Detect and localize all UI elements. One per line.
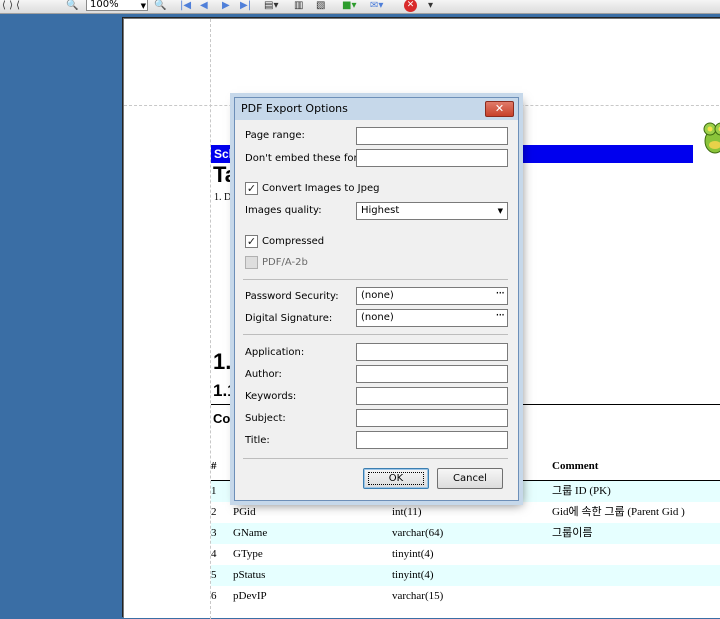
chevron-down-icon: ▼	[141, 1, 146, 12]
nav-glyphs[interactable]: ⟨ ⟩ ⟨	[2, 0, 20, 13]
row-comment: 그룹 ID (PK)	[552, 481, 611, 502]
digital-signature-field[interactable]: (none) ···	[356, 309, 508, 327]
separator	[243, 334, 508, 335]
row-comment: 그룹이름	[552, 523, 592, 544]
row-num: 4	[211, 544, 217, 565]
separator	[243, 279, 508, 280]
page-range-label: Page range:	[245, 130, 305, 141]
zoom-in-icon[interactable]: 🔍	[154, 0, 166, 13]
first-page-icon[interactable]: |◀	[180, 0, 191, 13]
zoom-value: 100%	[90, 0, 119, 10]
password-security-label: Password Security:	[245, 291, 339, 302]
toolbar-overflow-icon[interactable]: ▾	[428, 0, 433, 13]
cancel-label: Cancel	[453, 473, 487, 484]
compressed-checkbox[interactable]: ✓	[245, 235, 258, 248]
row-name: GName	[233, 523, 267, 544]
frog-logo-icon	[699, 115, 720, 157]
toolbar: ⟨ ⟩ ⟨ 🔍 100% ▼ 🔍 |◀ ◀ ▶ ▶| ▤▾ ▥ ▧ ■▾ ✉▾ …	[0, 0, 720, 14]
cancel-button[interactable]: Cancel	[437, 468, 503, 489]
password-security-value: (none)	[361, 290, 394, 301]
ellipsis-icon[interactable]: ···	[496, 285, 504, 301]
header-num: #	[211, 460, 217, 472]
email-icon[interactable]: ✉▾	[370, 0, 383, 13]
compressed-label[interactable]: Compressed	[262, 236, 324, 247]
convert-images-checkbox[interactable]: ✓	[245, 182, 258, 195]
password-security-field[interactable]: (none) ···	[356, 287, 508, 305]
header-comment: Comment	[552, 460, 598, 472]
keywords-input[interactable]	[356, 387, 508, 405]
row-type: varchar(15)	[392, 586, 443, 607]
chevron-down-icon: ▼	[498, 203, 503, 219]
page-range-input[interactable]	[356, 127, 508, 145]
table-row: 2 PGid int(11) Gid에 속한 그룹 (Parent Gid )	[211, 502, 720, 523]
row-num: 5	[211, 565, 217, 586]
close-preview-icon[interactable]: ✕	[404, 0, 417, 12]
export-icon[interactable]: ■▾	[342, 0, 356, 13]
images-quality-select[interactable]: Highest ▼	[356, 202, 508, 220]
table-row: 4 GType tinyint(4)	[211, 544, 720, 565]
layout-icon[interactable]: ▥	[294, 0, 303, 13]
dont-embed-fonts-input[interactable]	[356, 149, 508, 167]
row-comment: Gid에 속한 그룹 (Parent Gid )	[552, 502, 685, 523]
subject-label: Subject:	[245, 413, 286, 424]
dont-embed-fonts-label: Don't embed these fonts:	[245, 153, 372, 164]
digital-signature-label: Digital Signature:	[245, 313, 332, 324]
checkmark-icon: ✓	[247, 235, 256, 248]
checkmark-icon: ✓	[247, 182, 256, 195]
title-label: Title:	[245, 435, 270, 446]
focus-rect	[368, 472, 424, 485]
row-num: 2	[211, 502, 217, 523]
pdfa-label[interactable]: PDF/A-2b	[262, 257, 308, 268]
digital-signature-value: (none)	[361, 312, 394, 323]
row-type: varchar(64)	[392, 523, 443, 544]
row-name: pDevIP	[233, 586, 267, 607]
ok-button[interactable]: OK	[363, 468, 429, 489]
table-row: 3 GName varchar(64) 그룹이름	[211, 523, 720, 544]
section-heading: 1.	[213, 349, 231, 375]
table-row: 5 pStatus tinyint(4)	[211, 565, 720, 586]
convert-images-label[interactable]: Convert Images to Jpeg	[262, 183, 379, 194]
prev-page-icon[interactable]: ◀	[200, 0, 208, 13]
ellipsis-icon[interactable]: ···	[496, 307, 504, 323]
close-button[interactable]: ✕	[485, 101, 514, 117]
row-num: 3	[211, 523, 217, 544]
keywords-label: Keywords:	[245, 391, 296, 402]
row-name: GType	[233, 544, 263, 565]
subject-input[interactable]	[356, 409, 508, 427]
images-quality-label: Images quality:	[245, 205, 322, 216]
dialog-title-bar[interactable]: PDF Export Options ✕	[235, 98, 518, 120]
zoom-search-icon[interactable]: 🔍	[66, 0, 78, 13]
separator	[243, 458, 508, 459]
application-label: Application:	[245, 347, 304, 358]
author-input[interactable]	[356, 365, 508, 383]
images-quality-value: Highest	[361, 205, 399, 216]
author-label: Author:	[245, 369, 282, 380]
last-page-icon[interactable]: ▶|	[240, 0, 251, 13]
row-num: 1	[211, 481, 217, 502]
row-num: 6	[211, 586, 217, 607]
pdfa-checkbox[interactable]	[245, 256, 258, 269]
zoom-select[interactable]: 100% ▼	[86, 0, 148, 11]
row-type: tinyint(4)	[392, 544, 434, 565]
page-setup-icon[interactable]: ▤▾	[264, 0, 278, 13]
row-name: pStatus	[233, 565, 265, 586]
edit-icon[interactable]: ▧	[316, 0, 325, 13]
table-row: 6 pDevIP varchar(15)	[211, 586, 720, 607]
row-type: tinyint(4)	[392, 565, 434, 586]
application-input[interactable]	[356, 343, 508, 361]
pdf-export-dialog: PDF Export Options ✕ Page range: Don't e…	[234, 97, 519, 501]
row-name: PGid	[233, 502, 256, 523]
dialog-title: PDF Export Options	[241, 102, 348, 115]
close-icon: ✕	[495, 102, 504, 115]
title-input[interactable]	[356, 431, 508, 449]
row-type: int(11)	[392, 502, 422, 523]
section-item: 1. D	[214, 192, 231, 203]
columns-heading: Col	[213, 411, 234, 426]
next-page-icon[interactable]: ▶	[222, 0, 230, 13]
